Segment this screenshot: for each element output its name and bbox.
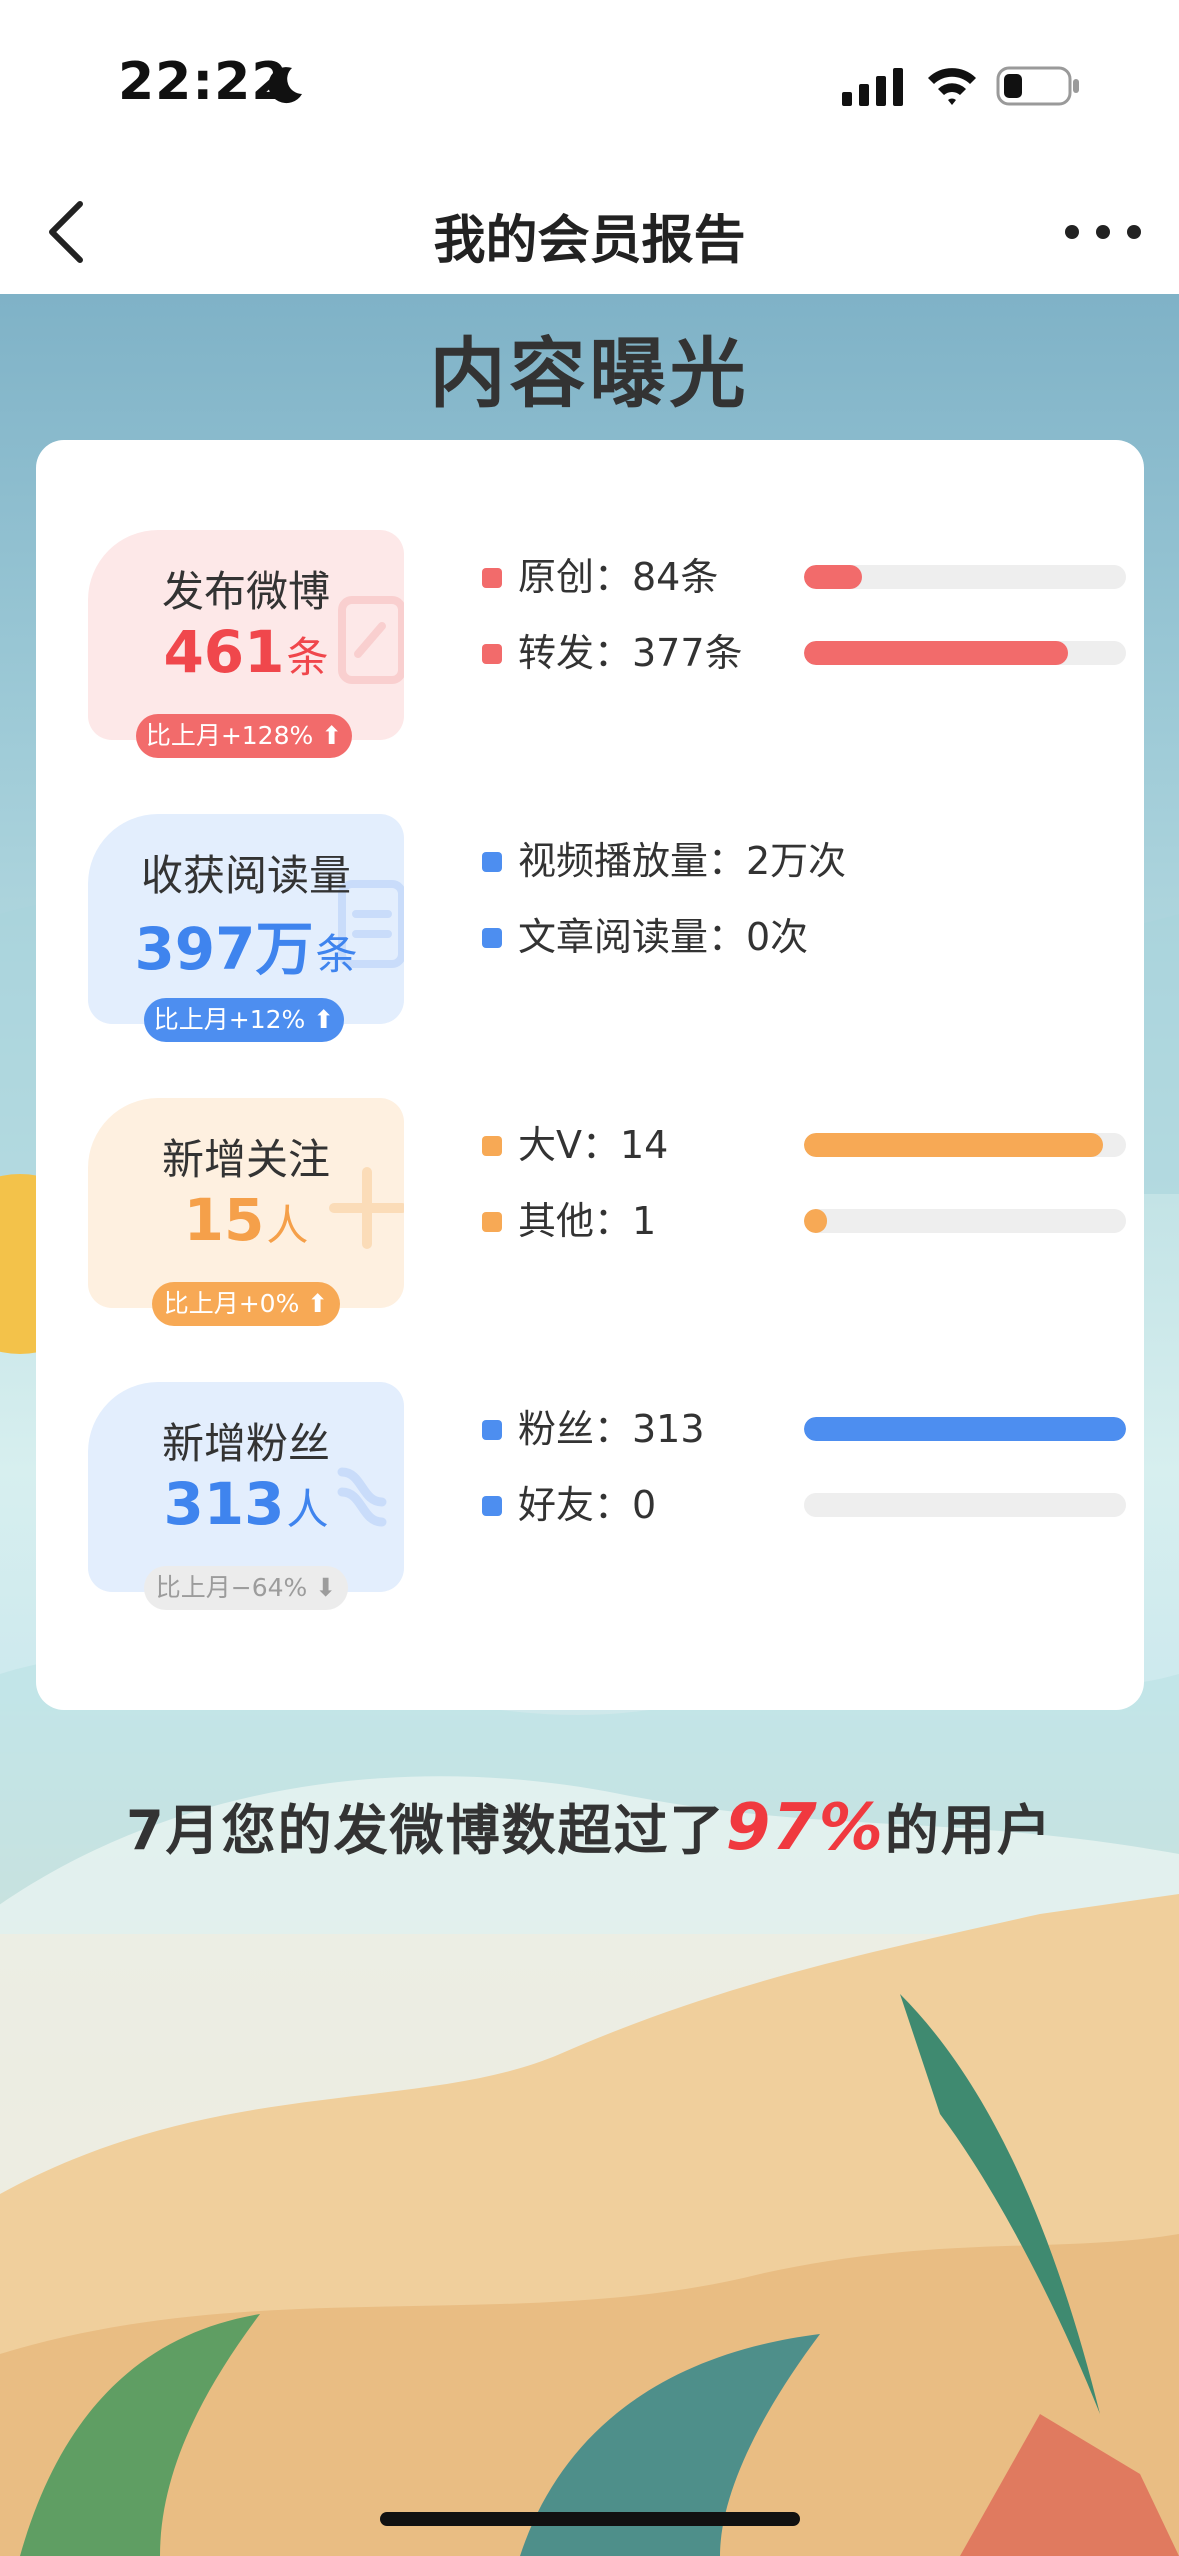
reads-value: 397万条 xyxy=(134,915,358,983)
follows-label: 新增关注 xyxy=(161,1135,330,1184)
wifi-icon xyxy=(928,68,976,105)
follows-change-badge: 比上月+0% ⬆ xyxy=(152,1282,340,1326)
big-v-bar-fill xyxy=(804,1133,1104,1157)
fans-tile: 新增粉丝 313人 xyxy=(88,1382,404,1592)
posts-change-badge: 比上月+128% ⬆ xyxy=(136,714,352,758)
reads-change-badge: 比上月+12% ⬆ xyxy=(144,998,344,1042)
original-stat: 原创：84条 xyxy=(482,552,718,602)
video-plays-stat: 视频播放量：2万次 xyxy=(482,836,846,886)
fans-label: 新增粉丝 xyxy=(161,1419,330,1468)
repost-stat: 转发：377条 xyxy=(482,628,743,678)
posts-tile: 发布微博 461条 xyxy=(88,530,404,740)
original-bar-fill xyxy=(804,565,862,589)
repost-bar-track xyxy=(804,641,1126,665)
other-bar-track xyxy=(804,1209,1126,1233)
posts-unit: 条 xyxy=(286,633,329,682)
fans-value: 313人 xyxy=(163,1470,329,1538)
home-indicator xyxy=(380,2512,800,2526)
page-title: 我的会员报告 xyxy=(433,211,746,271)
summary-text: 7月您的发微博数超过了97%的用户 xyxy=(126,1791,1053,1865)
other-stat: 其他：1 xyxy=(482,1196,656,1246)
posts-label: 发布微博 xyxy=(161,567,330,616)
big-v-bar-track xyxy=(804,1133,1126,1157)
follows-value: 15人 xyxy=(183,1186,309,1254)
reads-label: 收获阅读量 xyxy=(140,851,351,900)
report-card: 发布微博 461条 比上月+128% ⬆ 原创：84条 转发：377条 收获阅读… xyxy=(36,440,1144,1710)
follows-unit: 人 xyxy=(266,1201,309,1250)
summary-highlight: 97% xyxy=(725,1791,885,1865)
fans-stat: 粉丝：313 xyxy=(482,1404,705,1454)
signal-icon xyxy=(842,68,903,106)
row-posts: 发布微博 461条 比上月+128% ⬆ 原创：84条 转发：377条 xyxy=(88,530,1126,790)
row-follows: 新增关注 15人 比上月+0% ⬆ 大V：14 其他：1 xyxy=(88,1098,1126,1358)
status-bar: 22:22 xyxy=(0,0,1179,170)
row-reads: 收获阅读量 397万条 比上月+12% ⬆ 视频播放量：2万次 文章阅读量：0次 xyxy=(88,814,1092,1074)
reads-tile: 收获阅读量 397万条 xyxy=(88,814,404,1024)
fans-unit: 人 xyxy=(286,1485,329,1534)
friends-stat: 好友：0 xyxy=(482,1480,656,1530)
report-background: 内容曝光 发布微博 461条 比上月+128% ⬆ 原创：84条 转发：377条 xyxy=(0,294,1179,2556)
reads-unit: 条 xyxy=(315,930,358,979)
big-v-stat: 大V：14 xyxy=(482,1120,668,1170)
fans-bar-fill xyxy=(804,1417,1126,1441)
row-fans: 新增粉丝 313人 比上月−64% ⬇ 粉丝：313 好友：0 xyxy=(88,1382,1126,1642)
friends-bar-track xyxy=(804,1493,1126,1517)
original-bar-track xyxy=(804,565,1126,589)
posts-value: 461条 xyxy=(163,618,329,686)
nav-bar: 我的会员报告 xyxy=(0,170,1179,294)
section-title: 内容曝光 xyxy=(429,329,750,418)
fans-bar-track xyxy=(804,1417,1126,1441)
follows-tile: 新增关注 15人 xyxy=(88,1098,404,1308)
article-reads-stat: 文章阅读量：0次 xyxy=(482,912,808,962)
battery-icon xyxy=(996,66,1079,106)
other-bar-fill xyxy=(804,1209,827,1233)
more-icon[interactable] xyxy=(1058,192,1148,272)
fans-change-badge: 比上月−64% ⬇ xyxy=(144,1566,348,1610)
moon-icon xyxy=(268,67,302,104)
repost-bar-fill xyxy=(804,641,1069,665)
